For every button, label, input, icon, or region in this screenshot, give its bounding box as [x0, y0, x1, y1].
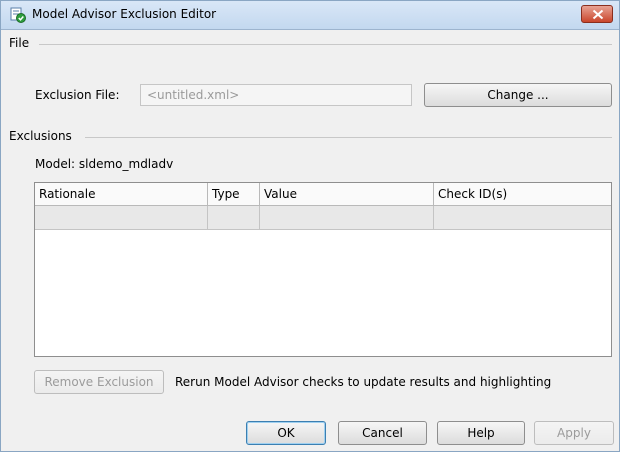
- rerun-hint: Rerun Model Advisor checks to update res…: [175, 375, 552, 389]
- column-header-type[interactable]: Type: [208, 183, 260, 205]
- help-button[interactable]: Help: [437, 421, 525, 445]
- apply-button[interactable]: Apply: [534, 421, 614, 445]
- exclusion-file-label: Exclusion File:: [35, 88, 120, 102]
- change-button[interactable]: Change ...: [424, 83, 612, 107]
- exclusions-table[interactable]: Rationale Type Value Check ID(s): [34, 182, 612, 357]
- model-advisor-icon: [10, 7, 26, 23]
- file-section-divider: [39, 44, 612, 45]
- model-name-label: Model: sldemo_mdladv: [35, 157, 174, 171]
- title-bar[interactable]: Model Advisor Exclusion Editor: [1, 1, 619, 30]
- table-cell-check-ids[interactable]: [434, 206, 611, 229]
- close-button[interactable]: [581, 5, 613, 23]
- exclusion-file-field[interactable]: <untitled.xml>: [140, 84, 412, 106]
- exclusions-section-label: Exclusions: [9, 129, 72, 143]
- table-row[interactable]: [35, 206, 611, 230]
- exclusions-section-divider: [85, 137, 612, 138]
- close-icon: [592, 9, 604, 20]
- table-cell-value[interactable]: [260, 206, 434, 229]
- ok-button[interactable]: OK: [246, 421, 326, 445]
- column-header-value[interactable]: Value: [260, 183, 434, 205]
- table-cell-rationale[interactable]: [35, 206, 208, 229]
- table-header: Rationale Type Value Check ID(s): [35, 183, 611, 206]
- column-header-check-ids[interactable]: Check ID(s): [434, 183, 611, 205]
- window-title: Model Advisor Exclusion Editor: [32, 7, 217, 21]
- column-header-rationale[interactable]: Rationale: [35, 183, 208, 205]
- remove-exclusion-button[interactable]: Remove Exclusion: [34, 370, 164, 394]
- exclusion-editor-window: Model Advisor Exclusion Editor File Excl…: [0, 0, 620, 452]
- cancel-button[interactable]: Cancel: [338, 421, 427, 445]
- file-section-label: File: [9, 36, 30, 50]
- table-cell-type[interactable]: [208, 206, 260, 229]
